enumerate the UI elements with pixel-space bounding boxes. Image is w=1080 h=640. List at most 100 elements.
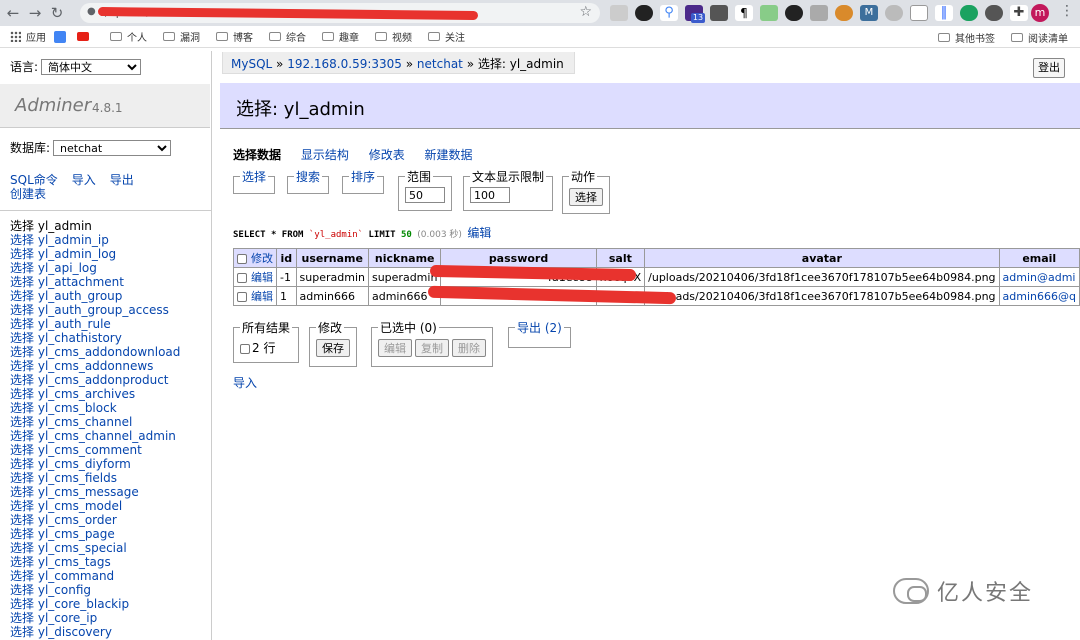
select-table-link[interactable]: 选择 — [10, 485, 34, 499]
user-extension-icon[interactable] — [710, 5, 728, 21]
select-table-link[interactable]: 选择 — [10, 499, 34, 513]
select-table-link[interactable]: 选择 — [10, 219, 34, 233]
select-table-link[interactable]: 选择 — [10, 555, 34, 569]
reading-list[interactable]: 阅读清单 — [1011, 30, 1068, 45]
breadcrumb-db[interactable]: netchat — [417, 57, 463, 71]
leaf-extension-icon[interactable] — [760, 5, 778, 21]
row-checkbox[interactable] — [237, 292, 247, 302]
select-table-link[interactable]: 选择 — [10, 387, 34, 401]
bookmark-folder-vuln[interactable]: 漏洞 — [163, 29, 200, 44]
select-submit-button[interactable]: 选择 — [569, 188, 603, 206]
bookmark-folder-fun[interactable]: 趣章 — [322, 29, 359, 44]
compass-extension-icon[interactable] — [785, 5, 803, 21]
all-rows-checkbox[interactable] — [240, 343, 250, 354]
cookie-extension-icon[interactable] — [835, 5, 853, 21]
col-avatar[interactable]: avatar — [644, 248, 1000, 268]
select-table-link[interactable]: 选择 — [10, 373, 34, 387]
address-bar[interactable]: ● l/upload/ca ☆ — [80, 3, 600, 23]
breadcrumb-server[interactable]: 192.168.0.59:3305 — [287, 57, 402, 71]
col-salt[interactable]: salt — [595, 248, 646, 268]
table-name-link[interactable]: yl_cms_addonnews — [38, 359, 154, 373]
export-rows-link[interactable]: 导出 (2) — [517, 321, 562, 335]
table-name-link[interactable]: yl_cms_block — [38, 401, 117, 415]
import-rows-link[interactable]: 导入 — [233, 376, 257, 390]
new-item-link[interactable]: 新建数据 — [425, 148, 473, 162]
pin-extension-icon[interactable]: ⚲ — [660, 5, 678, 21]
select-table-link[interactable]: 选择 — [10, 625, 34, 639]
database-select[interactable]: netchat — [53, 139, 172, 156]
select-table-link[interactable]: 选择 — [10, 541, 34, 555]
m-extension-icon[interactable]: M — [860, 5, 878, 21]
select-table-link[interactable]: 选择 — [10, 583, 34, 597]
cell-email-value[interactable]: admin666@q — [1003, 290, 1076, 303]
select-table-link[interactable]: 选择 — [10, 415, 34, 429]
cell-email-value[interactable]: admin@admi — [1003, 271, 1076, 284]
show-structure-link[interactable]: 显示结构 — [301, 148, 349, 162]
select-table-link[interactable]: 选择 — [10, 569, 34, 583]
sql-command-link[interactable]: SQL命令 — [10, 173, 58, 187]
table-name-link[interactable]: yl_admin_ip — [38, 233, 109, 247]
search-link[interactable]: 搜索 — [296, 170, 320, 184]
clone-selected-button[interactable]: 复制 — [415, 339, 449, 357]
bookmark-star-icon[interactable]: ☆ — [579, 4, 592, 20]
row-edit-link[interactable]: 编辑 — [251, 271, 273, 284]
puzzle-icon[interactable]: ✚ — [1010, 5, 1028, 21]
table-name-link[interactable]: yl_core_blackip — [38, 597, 129, 611]
breadcrumb-mysql[interactable]: MySQL — [231, 57, 272, 71]
table-name-link[interactable]: yl_cms_fields — [38, 471, 117, 485]
back-arrow-icon[interactable]: ← — [2, 2, 24, 24]
col-nickname[interactable]: nickname — [367, 248, 442, 268]
table-name-link[interactable]: yl_admin — [38, 219, 92, 233]
circle-extension-icon[interactable] — [635, 5, 653, 21]
col-username[interactable]: username — [295, 248, 369, 268]
bookmark-folder-blog[interactable]: 博客 — [216, 29, 253, 44]
col-email[interactable]: email — [998, 248, 1080, 268]
select-table-link[interactable]: 选择 — [10, 457, 34, 471]
select-table-link[interactable]: 选择 — [10, 527, 34, 541]
row-checkbox[interactable] — [237, 273, 247, 283]
select-table-link[interactable]: 选择 — [10, 611, 34, 625]
reload-icon[interactable]: ↻ — [46, 2, 68, 24]
table-name-link[interactable]: yl_cms_model — [38, 499, 122, 513]
table-name-link[interactable]: yl_cms_special — [38, 541, 127, 555]
paragraph-extension-icon[interactable]: ¶ — [735, 5, 753, 21]
select-table-link[interactable]: 选择 — [10, 471, 34, 485]
edit-selected-button[interactable]: 编辑 — [378, 339, 412, 357]
row-edit-link[interactable]: 编辑 — [251, 290, 273, 303]
table-name-link[interactable]: yl_attachment — [38, 275, 124, 289]
bars-extension-icon[interactable]: ‖ — [935, 5, 953, 21]
browser-menu-icon[interactable]: ⋮ — [1060, 3, 1074, 19]
select-table-link[interactable]: 选择 — [10, 401, 34, 415]
export-link[interactable]: 导出 — [110, 173, 134, 187]
badge-extension-icon[interactable]: 13 — [685, 5, 705, 23]
app-name[interactable]: Adminer — [15, 95, 91, 116]
select-table-link[interactable]: 选择 — [10, 429, 34, 443]
table-name-link[interactable]: yl_cms_order — [38, 513, 117, 527]
bookmark-translate[interactable] — [54, 30, 71, 43]
table-name-link[interactable]: yl_cms_addonproduct — [38, 373, 169, 387]
table-name-link[interactable]: yl_auth_rule — [38, 317, 111, 331]
bookmark-folder-personal[interactable]: 个人 — [110, 29, 147, 44]
delete-selected-button[interactable]: 删除 — [452, 339, 486, 357]
bookmark-apps[interactable]: 应用 — [10, 29, 46, 44]
table-name-link[interactable]: yl_cms_message — [38, 485, 139, 499]
modify-link[interactable]: 修改 — [251, 252, 273, 265]
select-all-checkbox[interactable] — [237, 254, 247, 264]
table-name-link[interactable]: yl_command — [38, 569, 114, 583]
table-name-link[interactable]: yl_chathistory — [38, 331, 122, 345]
gray-circle-extension-icon[interactable] — [885, 5, 903, 21]
select-table-link[interactable]: 选择 — [10, 597, 34, 611]
limit-input[interactable] — [405, 187, 445, 203]
table-name-link[interactable]: yl_core_ip — [38, 611, 97, 625]
bookmark-youtube[interactable] — [77, 32, 94, 41]
cell-email[interactable]: admin666@q — [998, 286, 1080, 306]
hat-extension-icon[interactable] — [985, 5, 1003, 21]
select-table-link[interactable]: 选择 — [10, 275, 34, 289]
create-table-link[interactable]: 创建表 — [10, 187, 46, 201]
select-table-link[interactable]: 选择 — [10, 289, 34, 303]
save-button[interactable]: 保存 — [316, 339, 350, 357]
sort-link[interactable]: 排序 — [351, 170, 375, 184]
table-name-link[interactable]: yl_cms_channel — [38, 415, 132, 429]
select-table-link[interactable]: 选择 — [10, 443, 34, 457]
bookmark-folder-follow[interactable]: 关注 — [428, 29, 465, 44]
